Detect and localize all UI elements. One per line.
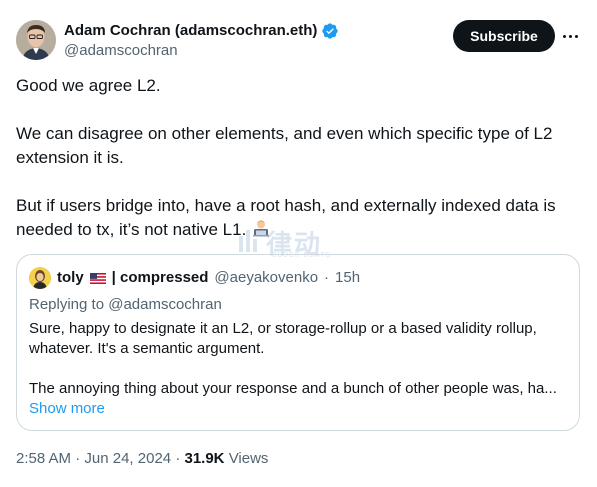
quoted-separator: · <box>324 269 330 286</box>
quoted-author-name-suffix[interactable]: | compressed <box>112 268 209 288</box>
quoted-avatar-image <box>29 267 51 289</box>
views-label: Views <box>228 450 269 467</box>
quoted-author-name[interactable]: toly <box>57 268 84 288</box>
quoted-tweet-header: toly | compressed @aeyakovenko · 15h <box>29 267 360 289</box>
quoted-paragraph: The annoying thing about your response a… <box>29 380 557 397</box>
tweet-meta: 2:58 AM · Jun 24, 2024 · 31.9K Views <box>16 449 268 469</box>
avatar-image <box>16 20 56 60</box>
more-options-icon[interactable] <box>563 28 581 44</box>
man-technologist-emoji-icon <box>253 220 270 237</box>
author-avatar[interactable] <box>16 20 56 60</box>
quoted-paragraph: Sure, happy to designate it an L2, or st… <box>29 320 537 357</box>
subscribe-button[interactable]: Subscribe <box>453 20 555 52</box>
tweet-paragraph-text: But if users bridge into, have a root ha… <box>16 196 556 239</box>
tweet-paragraph: Good we agree L2. <box>16 76 161 95</box>
tweet-paragraph: We can disagree on other elements, and e… <box>16 124 553 167</box>
author-handle[interactable]: @adamscochran <box>64 41 339 61</box>
quoted-timestamp[interactable]: 15h <box>335 268 360 288</box>
tweet-paragraph: But if users bridge into, have a root ha… <box>16 194 581 242</box>
tweet: Adam Cochran (adamscochran.eth) @adamsco… <box>0 0 597 487</box>
meta-separator: · <box>75 450 81 467</box>
verified-badge-icon[interactable] <box>321 22 339 40</box>
tweet-date[interactable]: Jun 24, 2024 <box>84 450 171 467</box>
author-display-name[interactable]: Adam Cochran (adamscochran.eth) <box>64 21 317 41</box>
author-info: Adam Cochran (adamscochran.eth) @adamsco… <box>64 21 339 61</box>
quoted-tweet-text: Sure, happy to designate it an L2, or st… <box>29 319 569 397</box>
us-flag-icon <box>89 272 106 284</box>
quoted-author-handle[interactable]: @aeyakovenko <box>214 268 318 288</box>
meta-separator: · <box>175 450 181 467</box>
quoted-replying-to[interactable]: Replying to @adamscochran <box>29 295 222 315</box>
author-name-row[interactable]: Adam Cochran (adamscochran.eth) <box>64 21 339 41</box>
views-count[interactable]: 31.9K <box>184 450 224 467</box>
show-more-link[interactable]: Show more <box>29 399 105 419</box>
quoted-author-avatar[interactable] <box>29 267 51 289</box>
tweet-time[interactable]: 2:58 AM <box>16 450 71 467</box>
quoted-tweet-card[interactable]: toly | compressed @aeyakovenko · 15h Rep… <box>16 254 580 431</box>
